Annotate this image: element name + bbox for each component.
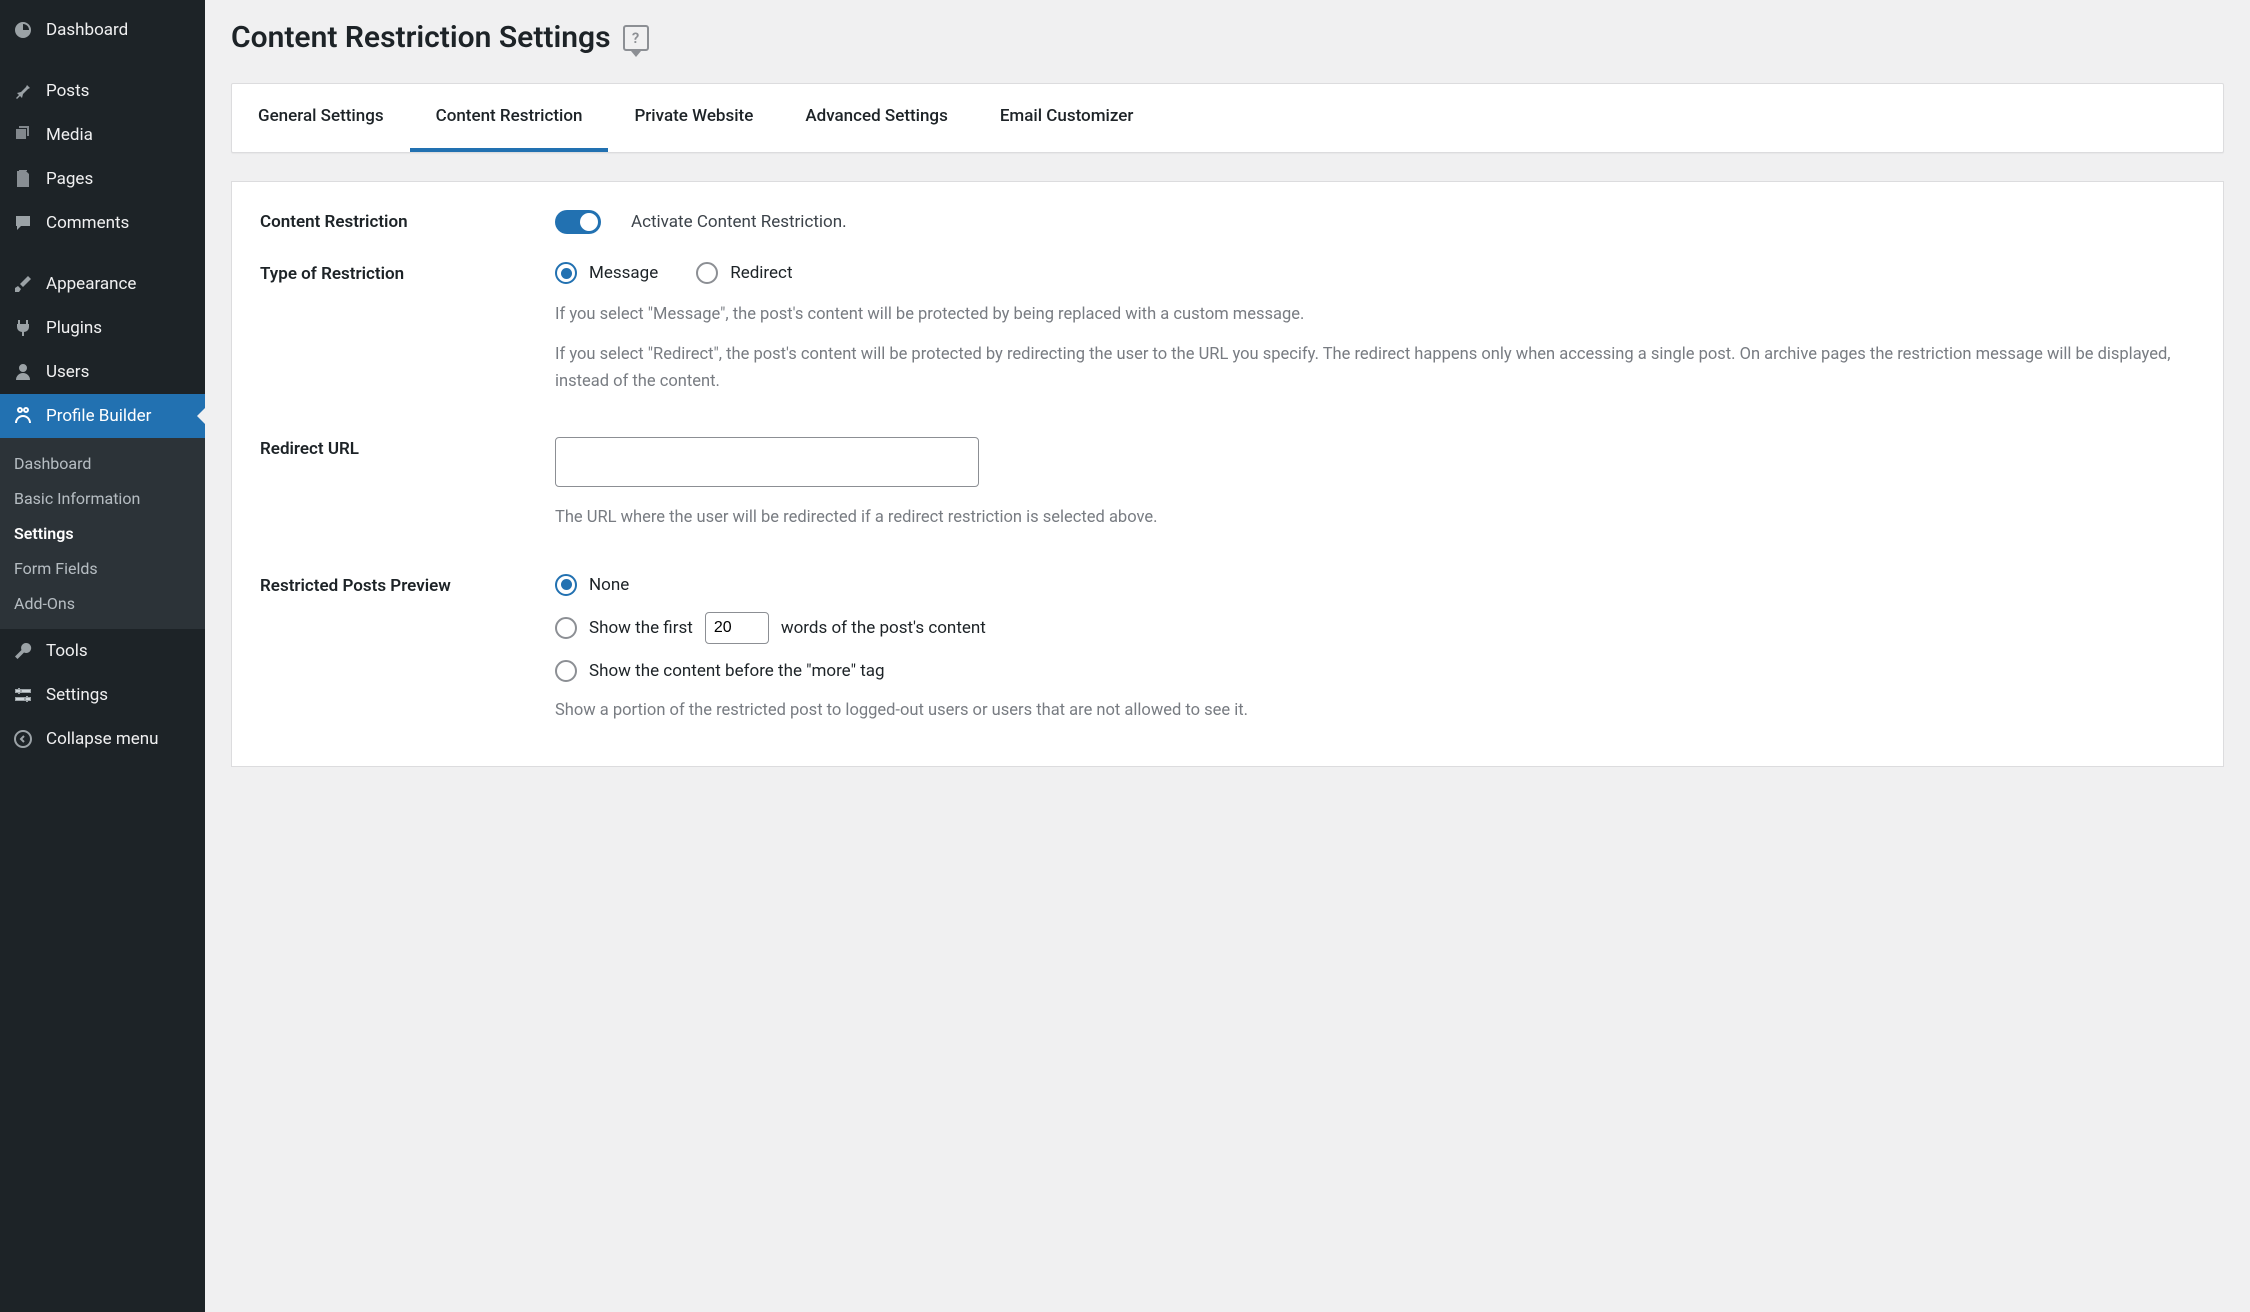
collapse-icon [12, 728, 34, 750]
submenu-item-basic-information[interactable]: Basic Information [0, 481, 205, 516]
radio-label: Redirect [730, 263, 792, 283]
description-message: If you select "Message", the post's cont… [555, 302, 2195, 328]
brush-icon [12, 273, 34, 295]
sidebar-item-label: Posts [46, 81, 89, 101]
dashboard-icon [12, 19, 34, 41]
user-icon [12, 361, 34, 383]
admin-sidebar: Dashboard Posts Media Pages Comments App… [0, 0, 205, 1312]
sidebar-item-label: Settings [46, 685, 108, 705]
label-redirect-url: Redirect URL [260, 437, 555, 545]
main-content: Content Restriction Settings ? General S… [205, 0, 2250, 1312]
sidebar-item-plugins[interactable]: Plugins [0, 306, 205, 350]
sidebar-item-label: Appearance [46, 274, 136, 294]
sidebar-item-collapse[interactable]: Collapse menu [0, 717, 205, 761]
sidebar-submenu: Dashboard Basic Information Settings For… [0, 438, 205, 629]
sliders-icon [12, 684, 34, 706]
sidebar-item-users[interactable]: Users [0, 350, 205, 394]
sidebar-item-appearance[interactable]: Appearance [0, 262, 205, 306]
radio-icon [555, 262, 577, 284]
row-type-of-restriction: Type of Restriction Message Redirect If … [260, 262, 2195, 409]
description-redirect: If you select "Redirect", the post's con… [555, 342, 2195, 395]
tab-general-settings[interactable]: General Settings [232, 84, 410, 152]
radio-label-post: words of the post's content [781, 618, 986, 638]
sidebar-item-label: Dashboard [46, 20, 128, 40]
sidebar-item-label: Comments [46, 213, 129, 233]
row-restricted-posts-preview: Restricted Posts Preview None Show the f… [260, 574, 2195, 738]
radio-option-preview-none[interactable]: None [555, 574, 2195, 596]
sidebar-item-comments[interactable]: Comments [0, 201, 205, 245]
input-first-words-count[interactable] [705, 612, 769, 644]
radio-icon [696, 262, 718, 284]
label-restricted-posts-preview: Restricted Posts Preview [260, 574, 555, 738]
help-icon[interactable]: ? [623, 25, 649, 51]
submenu-item-dashboard[interactable]: Dashboard [0, 446, 205, 481]
description-preview: Show a portion of the restricted post to… [555, 698, 2195, 724]
profile-builder-icon [12, 405, 34, 427]
sidebar-item-label: Collapse menu [46, 729, 159, 749]
input-redirect-url[interactable] [555, 437, 979, 487]
radio-label: Show the content before the "more" tag [589, 661, 885, 681]
label-content-restriction: Content Restriction [260, 210, 555, 234]
sidebar-item-settings[interactable]: Settings [0, 673, 205, 717]
submenu-item-form-fields[interactable]: Form Fields [0, 551, 205, 586]
radio-option-preview-first-words[interactable]: Show the first words of the post's conte… [555, 612, 2195, 644]
wrench-icon [12, 640, 34, 662]
sidebar-item-label: Users [46, 362, 89, 382]
media-icon [12, 124, 34, 146]
settings-panel: Content Restriction Activate Content Res… [231, 181, 2224, 767]
pin-icon [12, 80, 34, 102]
tab-content-restriction[interactable]: Content Restriction [410, 84, 609, 152]
toggle-knob [580, 213, 598, 231]
sidebar-item-label: Media [46, 125, 93, 145]
radio-label: Message [589, 263, 658, 283]
sidebar-item-label: Tools [46, 641, 88, 661]
radio-icon [555, 617, 577, 639]
radio-option-message[interactable]: Message [555, 262, 658, 284]
sidebar-item-dashboard[interactable]: Dashboard [0, 8, 205, 52]
plug-icon [12, 317, 34, 339]
tab-email-customizer[interactable]: Email Customizer [974, 84, 1160, 152]
radio-option-preview-more-tag[interactable]: Show the content before the "more" tag [555, 660, 2195, 682]
pages-icon [12, 168, 34, 190]
settings-tabs: General Settings Content Restriction Pri… [231, 83, 2224, 153]
sidebar-item-tools[interactable]: Tools [0, 629, 205, 673]
description-redirect-url: The URL where the user will be redirecte… [555, 505, 2195, 531]
page-title: Content Restriction Settings ? [231, 20, 2224, 55]
radio-icon [555, 574, 577, 596]
tab-private-website[interactable]: Private Website [608, 84, 779, 152]
radio-label: None [589, 575, 629, 595]
sidebar-item-media[interactable]: Media [0, 113, 205, 157]
tab-advanced-settings[interactable]: Advanced Settings [779, 84, 973, 152]
radio-icon [555, 660, 577, 682]
toggle-label: Activate Content Restriction. [631, 212, 847, 232]
label-type-of-restriction: Type of Restriction [260, 262, 555, 409]
sidebar-item-label: Profile Builder [46, 406, 151, 426]
sidebar-item-label: Pages [46, 169, 93, 189]
radio-option-redirect[interactable]: Redirect [696, 262, 792, 284]
row-content-restriction: Content Restriction Activate Content Res… [260, 210, 2195, 234]
submenu-item-add-ons[interactable]: Add-Ons [0, 586, 205, 621]
sidebar-item-posts[interactable]: Posts [0, 69, 205, 113]
radio-label-pre: Show the first [589, 618, 693, 638]
toggle-activate-content-restriction[interactable] [555, 210, 601, 234]
comment-icon [12, 212, 34, 234]
page-title-text: Content Restriction Settings [231, 20, 611, 55]
sidebar-item-pages[interactable]: Pages [0, 157, 205, 201]
sidebar-item-label: Plugins [46, 318, 102, 338]
submenu-item-settings[interactable]: Settings [0, 516, 205, 551]
row-redirect-url: Redirect URL The URL where the user will… [260, 437, 2195, 545]
sidebar-item-profile-builder[interactable]: Profile Builder [0, 394, 205, 438]
